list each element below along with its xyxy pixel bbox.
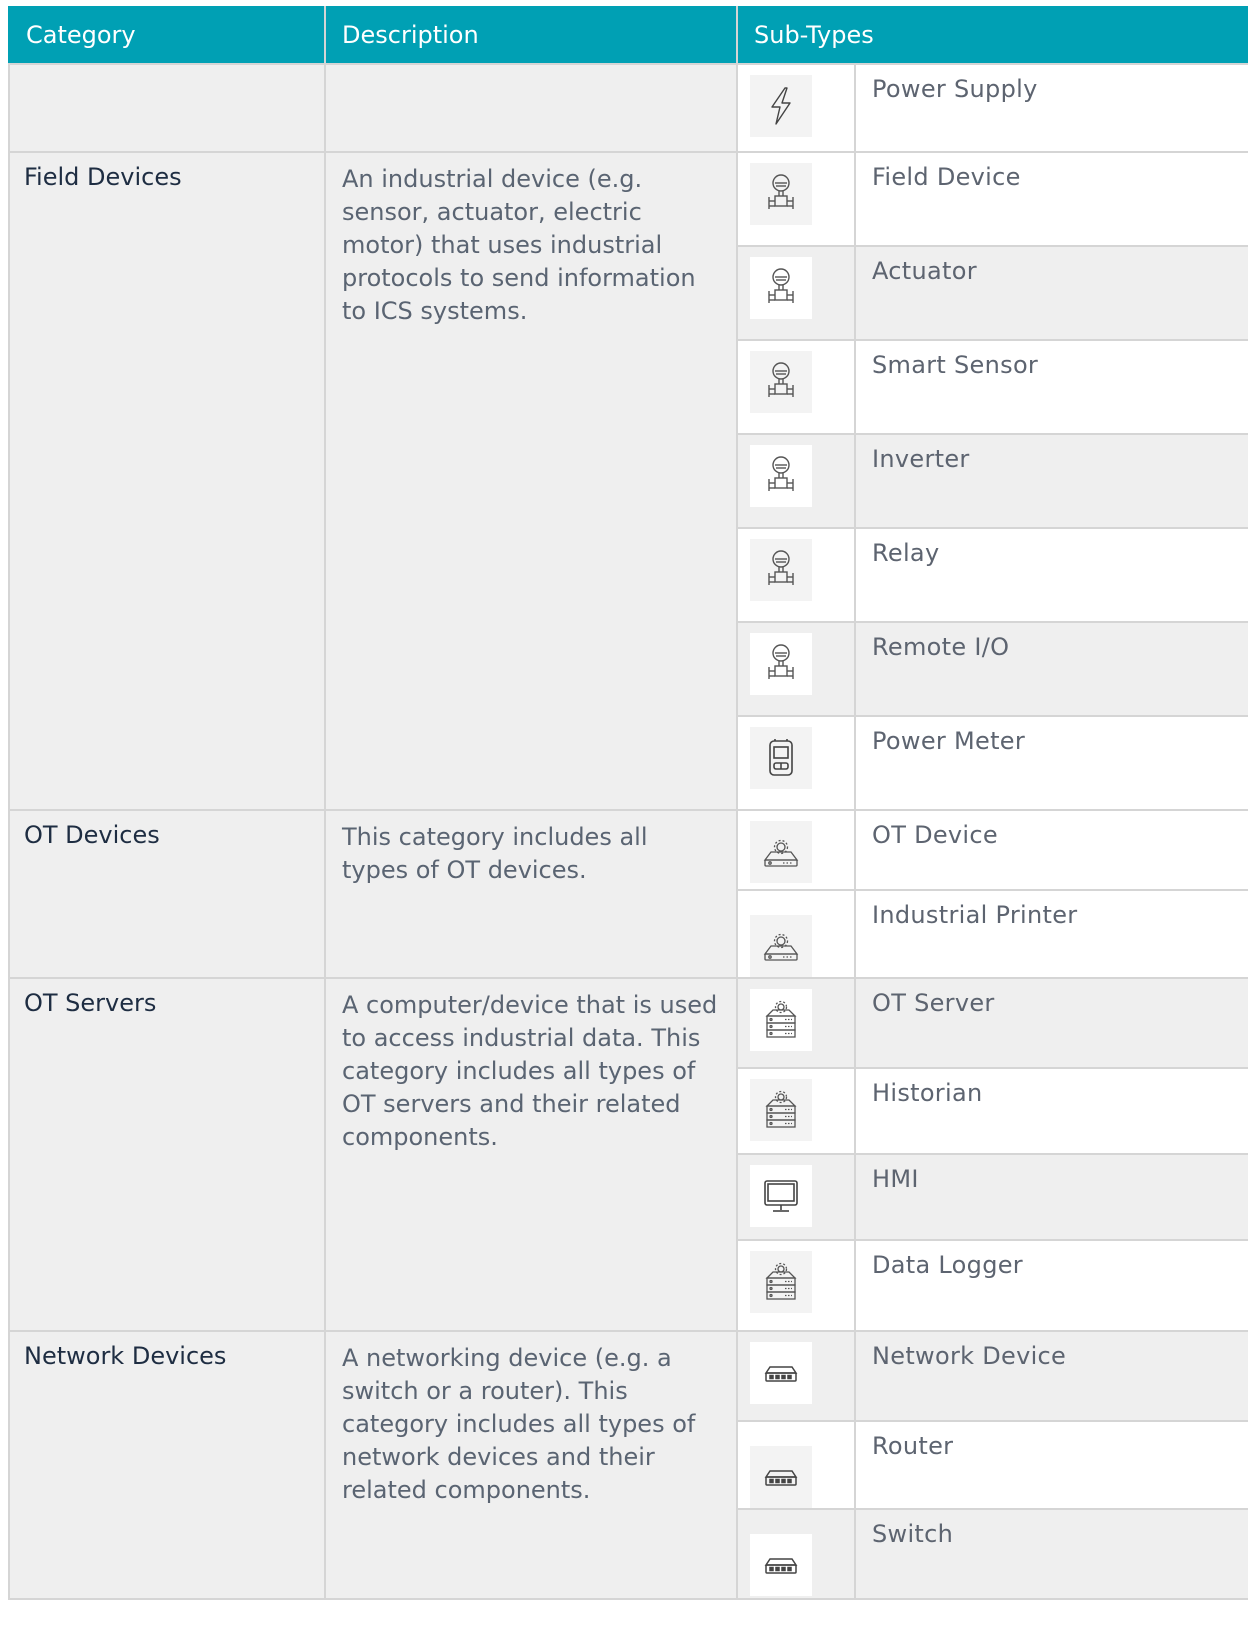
field-device-icon: [750, 163, 812, 225]
subtype-name: Actuator: [853, 245, 1248, 341]
subtype-name: Network Device: [853, 1330, 1248, 1422]
category-name: OT Devices: [8, 809, 326, 979]
subtype-name: HMI: [853, 1153, 1248, 1241]
table-row: OT Servers A computer/device that is use…: [8, 977, 1248, 1332]
subtype-name: Field Device: [853, 151, 1248, 247]
field-device-icon: [750, 351, 812, 413]
header-description: Description: [324, 6, 738, 65]
category-description: This category includes all types of OT d…: [324, 809, 738, 979]
subtype-name: Remote I/O: [853, 621, 1248, 717]
table-row: OT Devices This category includes all ty…: [8, 809, 1248, 979]
ot-server-icon: [750, 989, 812, 1051]
category-name: OT Servers: [8, 977, 326, 1332]
document-page: Category Description Sub-Types Power Sup…: [8, 6, 1248, 1600]
category-name: Field Devices: [8, 151, 326, 811]
subtype-name: Switch: [853, 1508, 1248, 1600]
subtype-name: Smart Sensor: [853, 339, 1248, 435]
ot-device-icon: [750, 915, 812, 977]
ot-device-icon: [750, 821, 812, 883]
ot-server-icon: [750, 1079, 812, 1141]
header-subtypes: Sub-Types: [735, 6, 1248, 65]
subtype-name: Power Supply: [853, 63, 1248, 153]
ot-server-icon: [750, 1251, 812, 1313]
power-supply-icon: [750, 75, 812, 137]
subtype-name: OT Device: [853, 809, 1248, 891]
subtype-icon-cell: [736, 63, 856, 153]
category-description: A networking device (e.g. a switch or a …: [324, 1330, 738, 1600]
network-switch-icon: [750, 1446, 812, 1508]
field-device-icon: [750, 257, 812, 319]
power-meter-icon: [750, 727, 812, 789]
subtype-name: OT Server: [853, 977, 1248, 1069]
monitor-icon: [750, 1165, 812, 1227]
description-cell: [324, 63, 738, 153]
subtype-name: Router: [853, 1420, 1248, 1510]
category-name: Network Devices: [8, 1330, 326, 1600]
category-cell: [8, 63, 326, 153]
field-device-icon: [750, 445, 812, 507]
subtype-name: Data Logger: [853, 1239, 1248, 1332]
table-header-row: Category Description Sub-Types: [8, 6, 1248, 65]
field-device-icon: [750, 633, 812, 695]
table-row: Field Devices An industrial device (e.g.…: [8, 151, 1248, 811]
category-description: A computer/device that is used to access…: [324, 977, 738, 1332]
subtype-name: Inverter: [853, 433, 1248, 529]
network-switch-icon: [750, 1342, 812, 1404]
table-row: Network Devices A networking device (e.g…: [8, 1330, 1248, 1600]
subtype-name: Relay: [853, 527, 1248, 623]
category-description: An industrial device (e.g. sensor, actua…: [324, 151, 738, 811]
subtype-name: Historian: [853, 1067, 1248, 1155]
subtype-name: Power Meter: [853, 715, 1248, 811]
header-category: Category: [8, 6, 326, 65]
field-device-icon: [750, 539, 812, 601]
table-row: Power Supply: [8, 63, 1248, 153]
device-category-table: Category Description Sub-Types Power Sup…: [8, 6, 1248, 1600]
network-switch-icon: [750, 1534, 812, 1596]
subtype-name: Industrial Printer: [853, 889, 1248, 979]
